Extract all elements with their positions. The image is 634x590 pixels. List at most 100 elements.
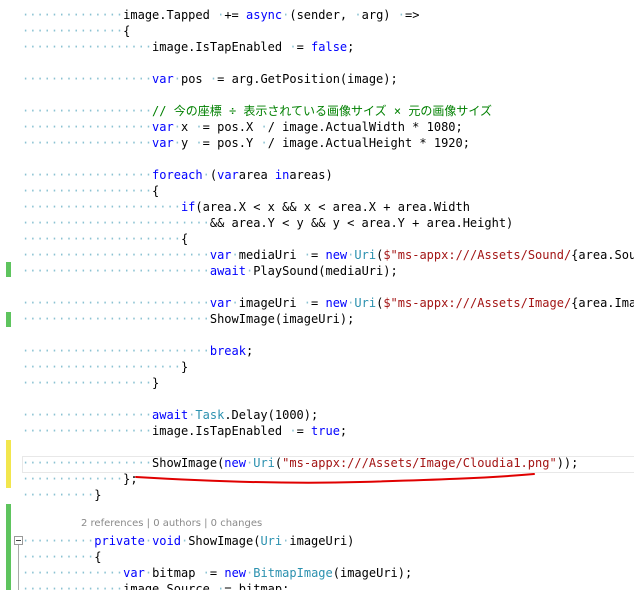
- code-token: foreach: [152, 168, 203, 182]
- whitespace-marker: ·: [303, 296, 312, 310]
- code-token: in: [274, 168, 290, 182]
- code-line[interactable]: ··················// 今の座標 ÷ 表示されている画像サイズ…: [22, 103, 492, 119]
- code-token: Uri: [260, 534, 283, 548]
- code-token: }: [180, 360, 189, 374]
- code-token: true: [311, 424, 340, 438]
- whitespace-marker: ·: [202, 566, 210, 580]
- whitespace-marker: ·: [347, 248, 355, 262]
- code-line[interactable]: ··················await·Task.Delay(1000)…: [22, 407, 318, 423]
- code-line[interactable]: ······················if(area.X < x && x…: [22, 199, 470, 215]
- code-token: = pos.Y: [202, 136, 261, 150]
- whitespace-marker: ··········: [22, 550, 95, 564]
- whitespace-marker: ··········: [22, 534, 95, 548]
- code-token: // 今の座標 ÷ 表示されている画像サイズ × 元の画像サイズ: [152, 104, 492, 118]
- codelens-info[interactable]: 2 references | 0 authors | 0 changes: [81, 518, 262, 532]
- whitespace-marker: ··················: [22, 456, 153, 470]
- code-line[interactable]: ··········{: [22, 549, 101, 565]
- code-editor[interactable]: ··············image.Tapped ·+= async·(se…: [0, 0, 634, 590]
- whitespace-marker: ··············: [22, 8, 124, 22]
- whitespace-marker: ··················: [22, 72, 153, 86]
- whitespace-marker: ··················: [22, 424, 153, 438]
- whitespace-marker: ··························: [22, 344, 210, 358]
- code-token: private: [94, 534, 145, 548]
- code-line[interactable]: ··············var·bitmap ·= new·BitmapIm…: [22, 565, 412, 581]
- code-token: new: [224, 456, 246, 470]
- whitespace-marker: ··························: [22, 216, 210, 230]
- collapse-toggle[interactable]: [14, 536, 23, 545]
- code-token: PlaySound(mediaUri);: [253, 264, 398, 278]
- code-line[interactable]: ··················{: [22, 183, 159, 199]
- code-line[interactable]: ··························break;: [22, 343, 253, 359]
- code-token: image.IsTapEnabled: [152, 424, 290, 438]
- code-token: new: [325, 296, 348, 310]
- whitespace-marker: ··················: [22, 104, 153, 118]
- whitespace-marker: ·: [217, 582, 225, 590]
- whitespace-marker: ·: [144, 534, 153, 548]
- code-token: =: [296, 40, 312, 54]
- code-token: =: [311, 248, 326, 262]
- code-line[interactable]: ··················image.IsTapEnabled ·= …: [22, 423, 347, 439]
- code-line[interactable]: ··························var·mediaUri ·…: [22, 247, 634, 263]
- code-token: }: [94, 488, 102, 502]
- code-token: arg): [361, 8, 398, 22]
- code-token: {area.Image}: [571, 296, 634, 310]
- code-token: (area.X < x && x < area.X + area.Width: [195, 200, 470, 214]
- code-line[interactable]: ··············image.Source ·= bitmap;: [22, 581, 289, 590]
- code-line[interactable]: ··················var·y ·= pos.Y ·/ imag…: [22, 135, 470, 151]
- whitespace-marker: ·: [231, 296, 239, 310]
- code-token: if: [180, 200, 196, 214]
- whitespace-marker: ·: [173, 136, 181, 150]
- code-line[interactable]: ··················var·pos ·= arg.GetPosi…: [22, 71, 398, 87]
- code-token: var: [217, 168, 239, 182]
- code-token: =: [209, 566, 225, 580]
- whitespace-marker: ·: [231, 248, 239, 262]
- code-token: var: [152, 136, 174, 150]
- code-token: var: [209, 248, 232, 262]
- whitespace-marker: ·: [195, 136, 203, 150]
- code-token: bitmap: [152, 566, 203, 580]
- code-line[interactable]: ··················foreach·(vararea inare…: [22, 167, 333, 183]
- whitespace-marker: ··························: [22, 264, 210, 278]
- outline-line: [18, 545, 19, 590]
- code-token: false: [311, 40, 348, 54]
- code-line[interactable]: ··············{: [22, 23, 130, 39]
- code-token: ;: [339, 424, 348, 438]
- code-token: =: [217, 72, 232, 86]
- whitespace-marker: ··························: [22, 248, 210, 262]
- whitespace-marker: ··················: [22, 40, 153, 54]
- code-line[interactable]: ··················var·x ·= pos.X ·/ imag…: [22, 119, 463, 135]
- code-token: / image.ActualHeight * 1920;: [267, 136, 470, 150]
- code-token: ShowImage(imageUri);: [209, 312, 355, 326]
- change-marker: [6, 262, 11, 277]
- code-token: =: [224, 582, 239, 590]
- whitespace-marker: ······················: [22, 232, 181, 246]
- whitespace-marker: ······················: [22, 360, 181, 374]
- whitespace-marker: ·: [209, 72, 218, 86]
- code-token: image.Source: [123, 582, 218, 590]
- code-token: {: [180, 232, 189, 246]
- code-line[interactable]: ··················ShowImage(new·Uri("ms-…: [22, 455, 578, 471]
- code-line[interactable]: ··········private·void·ShowImage(Uri·ima…: [22, 533, 354, 549]
- code-token: new: [224, 566, 247, 580]
- code-line[interactable]: ··························ShowImage(imag…: [22, 311, 354, 327]
- code-line[interactable]: ··························var·imageUri ·…: [22, 295, 634, 311]
- code-line[interactable]: ······················}: [22, 359, 188, 375]
- code-line[interactable]: ··················image.IsTapEnabled ·= …: [22, 39, 354, 55]
- code-token: new: [325, 248, 348, 262]
- whitespace-marker: ·: [260, 136, 268, 150]
- code-line[interactable]: ··················}: [22, 375, 159, 391]
- code-line[interactable]: ··········}: [22, 487, 101, 503]
- code-token: var: [209, 296, 232, 310]
- code-line[interactable]: ··························await·PlaySoun…: [22, 263, 398, 279]
- code-line[interactable]: ······················{: [22, 231, 188, 247]
- code-token: =: [311, 296, 326, 310]
- code-token: =: [296, 424, 312, 438]
- code-token: var: [152, 72, 174, 86]
- whitespace-marker: ·: [289, 40, 297, 54]
- whitespace-marker: ··············: [22, 24, 124, 38]
- code-line[interactable]: ··············image.Tapped ·+= async·(se…: [22, 7, 419, 23]
- code-token: ShowImage(: [188, 534, 261, 548]
- code-line[interactable]: ··························&& area.Y < y …: [22, 215, 513, 231]
- code-line[interactable]: ··············};: [22, 471, 138, 487]
- code-token: ShowImage(: [152, 456, 225, 470]
